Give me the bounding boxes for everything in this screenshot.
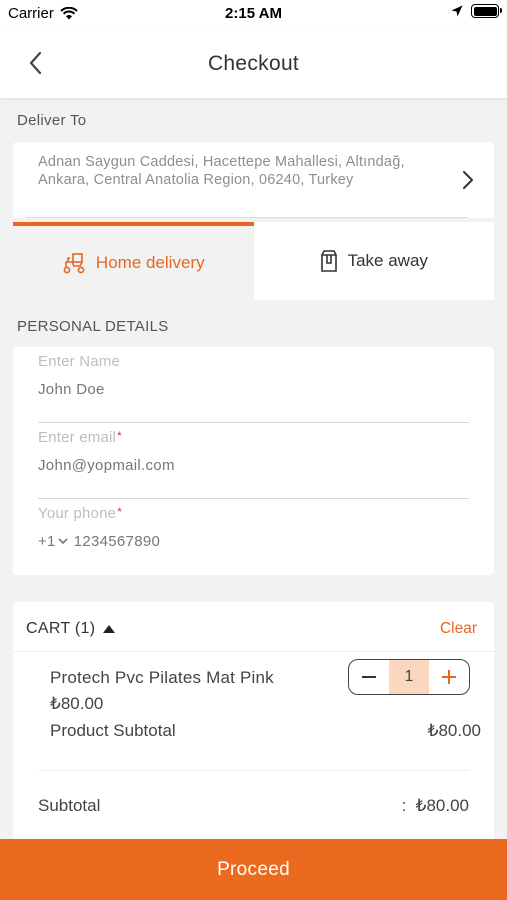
subtotal-label: Subtotal	[38, 796, 101, 815]
status-indicators	[451, 4, 502, 18]
country-code-selector[interactable]: +1	[38, 533, 68, 550]
decrease-quantity-button[interactable]	[349, 660, 389, 694]
phone-input[interactable]: 1234567890	[74, 533, 160, 550]
plus-icon	[442, 670, 456, 684]
status-bar: Carrier 2:15 AM	[0, 0, 507, 28]
required-mark: *	[117, 505, 123, 519]
deliver-to-label: Deliver To	[17, 112, 87, 129]
tab-take-away[interactable]: Take away	[253, 222, 494, 300]
quantity-stepper: 1	[348, 659, 470, 695]
cart-header: CART (1) Clear	[13, 602, 494, 652]
name-field[interactable]: Enter Name John Doe	[38, 353, 469, 423]
home-delivery-label: Home delivery	[95, 253, 205, 272]
delivery-options: Home delivery Take away	[13, 222, 494, 300]
tab-home-delivery[interactable]: Home delivery	[13, 222, 254, 300]
phone-input-row: +1 1234567890	[38, 533, 469, 550]
cart-title: CART (1)	[26, 620, 96, 637]
email-label: Enter email*	[38, 429, 122, 446]
status-time: 2:15 AM	[225, 5, 282, 22]
product-price: ₺80.00	[50, 694, 104, 713]
address-divider	[26, 217, 468, 218]
name-input[interactable]: John Doe	[38, 381, 469, 398]
minus-icon	[362, 676, 376, 678]
cart-divider	[38, 770, 469, 771]
takeaway-bag-icon	[320, 250, 337, 272]
country-code: +1	[38, 533, 56, 550]
clear-cart-button[interactable]: Clear	[440, 620, 477, 638]
address-selector[interactable]: Adnan Saygun Caddesi, Hacettepe Mahalles…	[13, 142, 494, 218]
email-input[interactable]: John@yopmail.com	[38, 457, 469, 474]
chevron-right-icon	[463, 171, 473, 189]
quantity-value: 1	[389, 660, 429, 694]
cart-section: CART (1) Clear Protech Pvc Pilates Mat P…	[13, 602, 494, 842]
increase-quantity-button[interactable]	[429, 660, 469, 694]
take-away-label: Take away	[347, 251, 428, 270]
location-arrow-icon	[451, 5, 463, 17]
page-title: Checkout	[207, 52, 300, 75]
phone-label: Your phone*	[38, 505, 123, 522]
cart-toggle[interactable]: CART (1)	[26, 620, 116, 638]
product-subtotal-value: ₺80.00	[427, 721, 481, 740]
product-subtotal-label: Product Subtotal	[50, 721, 176, 740]
address-text: Adnan Saygun Caddesi, Hacettepe Mahalles…	[38, 154, 405, 188]
battery-icon	[471, 4, 502, 18]
personal-details-heading: PERSONAL DETAILS	[17, 318, 169, 335]
nav-bar: Checkout	[0, 28, 507, 98]
chevron-down-icon	[58, 538, 68, 545]
caret-up-icon	[103, 625, 116, 633]
name-label: Enter Name	[38, 353, 121, 370]
delivery-scooter-icon	[63, 253, 85, 274]
email-underline	[38, 498, 469, 499]
required-mark: *	[117, 429, 122, 443]
name-underline	[38, 422, 469, 423]
subtotal-value: : ₺80.00	[401, 796, 469, 815]
proceed-button[interactable]: Proceed	[0, 839, 507, 900]
phone-field[interactable]: Your phone* +1 1234567890	[38, 505, 469, 575]
personal-details-form: Enter Name John Doe Enter email* John@yo…	[13, 347, 494, 575]
email-field[interactable]: Enter email* John@yopmail.com	[38, 429, 469, 499]
product-name: Protech Pvc Pilates Mat Pink	[50, 668, 274, 687]
